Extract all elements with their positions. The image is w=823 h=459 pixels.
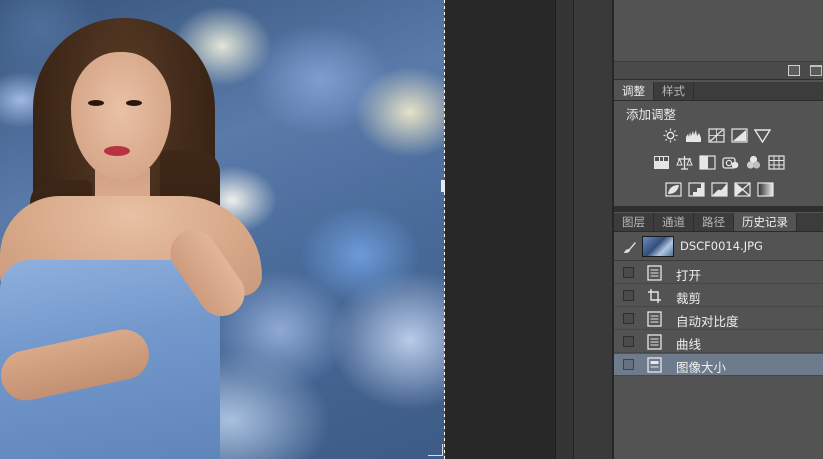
workspace-background [445,0,555,459]
history-step-row[interactable]: 打开 [614,262,823,284]
posterize-icon[interactable] [688,182,705,197]
photo-subject-eye [126,100,142,106]
adjustment-icon-row [653,155,785,170]
history-source-checkbox[interactable] [623,313,634,324]
exposure-icon[interactable] [731,128,748,143]
photo-filter-icon[interactable] [722,155,739,170]
vibrance-icon[interactable] [753,128,772,144]
invert-icon[interactable] [665,182,682,197]
transform-handle-corner[interactable] [428,444,443,456]
history-step-row[interactable]: 自动对比度 [614,308,823,330]
channel-mixer-icon[interactable] [745,155,762,170]
tab-paths[interactable]: 路径 [694,213,734,231]
history-source-checkbox[interactable] [623,359,634,370]
hue-saturation-icon[interactable] [653,155,670,170]
history-snapshot-row[interactable]: DSCF0014.JPG [614,233,823,261]
crop-icon [647,288,662,304]
history-step-label: 自动对比度 [676,314,739,329]
adjustments-panel: 添加调整 [614,101,823,212]
tab-adjustments[interactable]: 调整 [614,82,654,100]
canvas-image[interactable] [0,0,445,459]
selective-color-icon[interactable] [734,182,751,197]
brightness-contrast-icon[interactable] [662,128,679,143]
new-layer-icon[interactable] [788,65,800,76]
document-icon [647,334,662,350]
adjustment-icon-row [665,182,774,197]
photo-subject-lips [104,146,130,156]
adjustment-icon-row [662,128,772,144]
tab-styles[interactable]: 样式 [654,82,694,100]
photo-subject-eye [88,100,104,106]
color-lookup-icon[interactable] [768,155,785,170]
color-balance-icon[interactable] [676,155,693,170]
snapshot-name: DSCF0014.JPG [680,239,763,253]
history-step-label: 图像大小 [676,360,727,375]
right-panel-column: 调整 样式 添加调整 图层 通道 路径 历史记录 DSCF0014.JPG 打开… [614,0,823,459]
panel-dock-strip [573,0,613,459]
history-step-label: 打开 [676,268,702,283]
history-source-checkbox[interactable] [623,290,634,301]
adjustments-title: 添加调整 [626,107,677,122]
history-source-checkbox[interactable] [623,267,634,278]
history-step-row[interactable]: 裁剪 [614,285,823,307]
tab-layers[interactable]: 图层 [614,213,654,231]
history-panel: DSCF0014.JPG 打开 裁剪 自动对比度 曲线 图像大小 [614,233,823,459]
history-step-row-selected[interactable]: 图像大小 [614,354,823,376]
trash-icon[interactable] [810,65,822,76]
curves-icon[interactable] [708,128,725,143]
gradient-map-icon[interactable] [757,182,774,197]
tab-history[interactable]: 历史记录 [734,213,797,231]
image-size-icon [647,357,662,373]
threshold-icon[interactable] [711,182,728,197]
levels-icon[interactable] [685,128,702,143]
snapshot-thumbnail [642,236,674,257]
history-step-label: 裁剪 [676,291,702,306]
tab-channels[interactable]: 通道 [654,213,694,231]
panel-collapse-strip[interactable] [555,0,573,459]
history-step-label: 曲线 [676,337,702,352]
history-brush-icon[interactable] [623,239,637,253]
adjustments-tab-bar: 调整 样式 [614,82,823,101]
black-white-icon[interactable] [699,155,716,170]
history-tab-bar: 图层 通道 路径 历史记录 [614,213,823,232]
panel-divider [614,206,823,212]
history-source-checkbox[interactable] [623,336,634,347]
document-icon [647,265,662,281]
document-icon [647,311,662,327]
history-step-row[interactable]: 曲线 [614,331,823,353]
upper-panel-area [614,0,823,62]
